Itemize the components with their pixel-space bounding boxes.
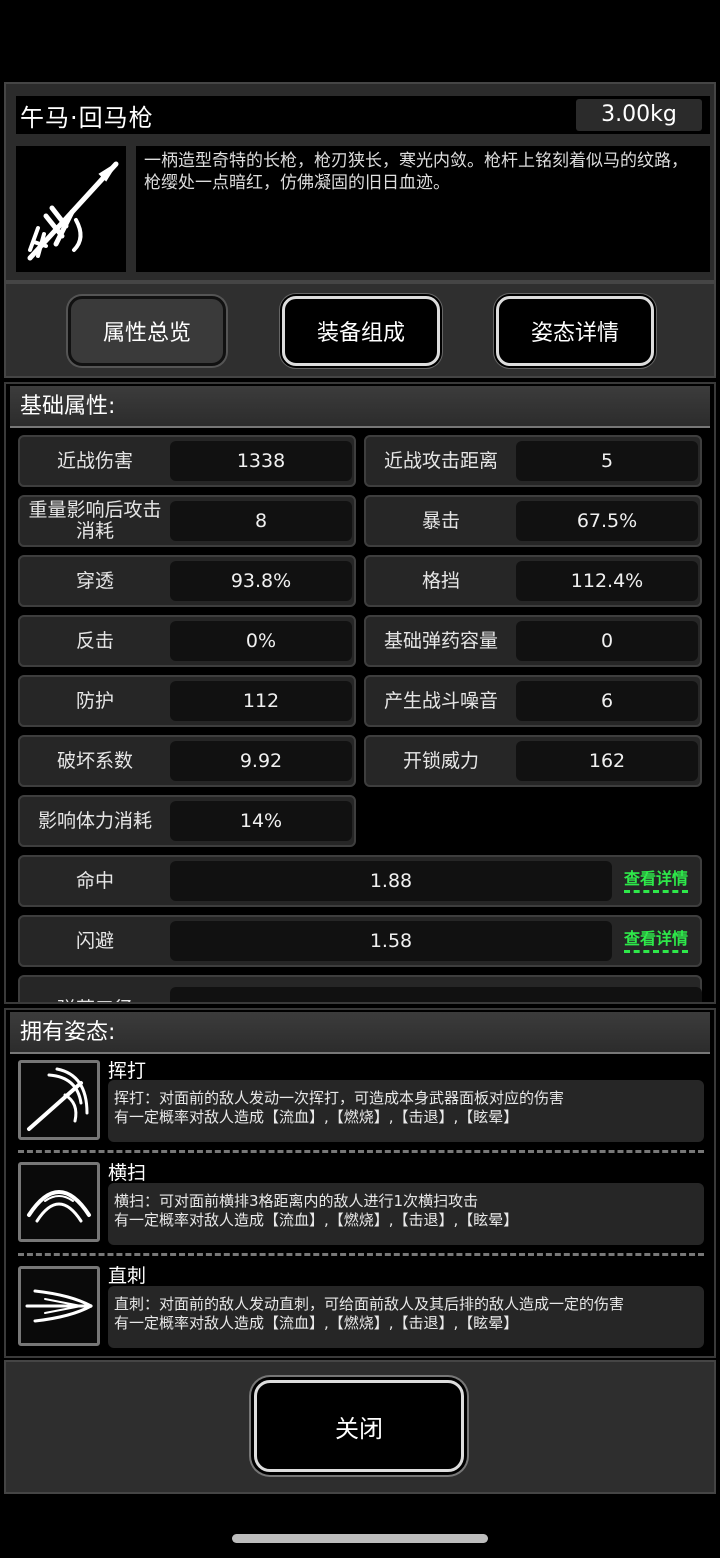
stance-desc-line: 挥打：对面前的敌人发动一次挥打，可造成本身武器面板对应的伤害 bbox=[114, 1089, 565, 1107]
attr-value: 0% bbox=[170, 621, 352, 661]
stance-description: 横扫：可对面前横排3格距离内的敌人进行1次横扫攻击 有一定概率对敌人造成【流血】… bbox=[108, 1183, 704, 1245]
attr-label: 弹药口径 bbox=[20, 985, 170, 1002]
attr-label: 影响体力消耗 bbox=[37, 809, 152, 832]
attr-base-ammo-capacity: 基础弹药容量 0 bbox=[364, 615, 702, 667]
stance-divider bbox=[18, 1150, 704, 1153]
attr-label: 暴击 bbox=[421, 509, 460, 532]
home-indicator[interactable] bbox=[232, 1534, 488, 1543]
attr-accuracy: 命中 1.88 查看详情 bbox=[18, 855, 702, 907]
sweep-arc-icon bbox=[18, 1162, 100, 1242]
basic-attributes-title: 基础属性: bbox=[10, 386, 710, 428]
attr-evasion: 闪避 1.58 查看详情 bbox=[18, 915, 702, 967]
attr-value: 112.4% bbox=[516, 561, 698, 601]
stance-desc-line: 有一定概率对敌人造成【流血】,【燃烧】,【击退】,【眩晕】 bbox=[114, 1314, 519, 1332]
evasion-view-details-link[interactable]: 查看详情 bbox=[623, 929, 688, 953]
stance-divider bbox=[18, 1253, 704, 1256]
attr-label: 格挡 bbox=[421, 569, 460, 592]
attr-protection: 防护 112 bbox=[18, 675, 356, 727]
attr-label: 产生战斗噪音 bbox=[383, 689, 498, 712]
footer-panel: 关闭 bbox=[4, 1360, 716, 1494]
stance-description: 直刺：对面前的敌人发动直刺，可给面前敌人及其后排的敌人造成一定的伤害 有一定概率… bbox=[108, 1286, 704, 1348]
swing-slash-icon bbox=[18, 1060, 100, 1140]
attr-value: 8 bbox=[170, 501, 352, 541]
item-name: 午马·回马枪 bbox=[20, 104, 154, 132]
stance-desc-line: 横扫：可对面前横排3格距离内的敌人进行1次横扫攻击 bbox=[114, 1192, 479, 1210]
tab-attribute-overview[interactable]: 属性总览 bbox=[68, 296, 226, 366]
attr-label: 命中 bbox=[75, 869, 114, 892]
attr-counter: 反击 0% bbox=[18, 615, 356, 667]
attr-combat-noise: 产生战斗噪音 6 bbox=[364, 675, 702, 727]
item-weight: 3.00kg bbox=[576, 99, 702, 131]
stance-name: 挥打 bbox=[108, 1060, 147, 1082]
attr-weighted-attack-cost: 重量影响后攻击消耗 8 bbox=[18, 495, 356, 547]
attr-label: 重量影响后攻击消耗 bbox=[28, 499, 162, 542]
stance-description: 挥打：对面前的敌人发动一次挥打，可造成本身武器面板对应的伤害 有一定概率对敌人造… bbox=[108, 1080, 704, 1142]
attr-value: 1.88 bbox=[170, 861, 612, 901]
attr-label: 基础弹药容量 bbox=[383, 629, 498, 652]
stance-desc-line: 直刺：对面前的敌人发动直刺，可给面前敌人及其后排的敌人造成一定的伤害 bbox=[114, 1295, 625, 1313]
stance-desc-line: 有一定概率对敌人造成【流血】,【燃烧】,【击退】,【眩晕】 bbox=[114, 1211, 519, 1229]
attr-value: 14% bbox=[170, 801, 352, 841]
tab-equipment-composition[interactable]: 装备组成 bbox=[282, 296, 440, 366]
attr-ammo-caliber: 弹药口径 --- bbox=[18, 975, 702, 1002]
stances-panel: 拥有姿态: 挥打 挥打：对面前的敌人发动一次挥打，可造成本身武器面板对应的伤害 … bbox=[4, 1008, 716, 1358]
attr-label: 闪避 bbox=[75, 929, 114, 952]
attr-value: 112 bbox=[170, 681, 352, 721]
thrust-icon bbox=[18, 1266, 100, 1346]
stance-desc-line: 有一定概率对敌人造成【流血】,【燃烧】,【击退】,【眩晕】 bbox=[114, 1108, 519, 1126]
accuracy-view-details-link[interactable]: 查看详情 bbox=[623, 869, 688, 893]
attr-lockpick-power: 开锁威力 162 bbox=[364, 735, 702, 787]
item-description: 一柄造型奇特的长枪，枪刃狭长，寒光内敛。枪杆上铭刻着似马的纹路，枪缨处一点暗红，… bbox=[136, 146, 710, 272]
attributes-panel[interactable]: 基础属性: 近战伤害 1338 近战攻击距离 5 重量影响后攻击消耗 8 暴击 … bbox=[4, 382, 716, 1004]
stance-name: 直刺 bbox=[108, 1265, 147, 1287]
attr-value: 9.92 bbox=[170, 741, 352, 781]
item-title-bar: 午马·回马枪 3.00kg bbox=[16, 96, 710, 134]
attr-value: --- bbox=[170, 987, 702, 1002]
attr-label: 穿透 bbox=[75, 569, 114, 592]
tab-stance-details[interactable]: 姿态详情 bbox=[496, 296, 654, 366]
attr-value: 162 bbox=[516, 741, 698, 781]
attr-destruction-factor: 破坏系数 9.92 bbox=[18, 735, 356, 787]
attr-label: 破坏系数 bbox=[56, 749, 133, 772]
attr-label: 开锁威力 bbox=[402, 749, 479, 772]
stance-name: 横扫 bbox=[108, 1162, 147, 1184]
attr-critical: 暴击 67.5% bbox=[364, 495, 702, 547]
attr-label: 反击 bbox=[75, 629, 114, 652]
attr-value: 93.8% bbox=[170, 561, 352, 601]
attr-label: 近战攻击距离 bbox=[383, 449, 498, 472]
item-info-panel: 午马·回马枪 3.00kg 一柄造型奇特的长枪，枪刃狭长，寒光内敛。枪杆上铭刻着… bbox=[4, 82, 716, 282]
attr-stamina-cost: 影响体力消耗 14% bbox=[18, 795, 356, 847]
attr-value: 1338 bbox=[170, 441, 352, 481]
attr-block: 格挡 112.4% bbox=[364, 555, 702, 607]
attr-value: 67.5% bbox=[516, 501, 698, 541]
attr-penetration: 穿透 93.8% bbox=[18, 555, 356, 607]
tab-bar: 属性总览 装备组成 姿态详情 bbox=[4, 282, 716, 378]
attr-value: 1.58 bbox=[170, 921, 612, 961]
attr-melee-damage: 近战伤害 1338 bbox=[18, 435, 356, 487]
attr-label: 防护 bbox=[75, 689, 114, 712]
attr-label: 近战伤害 bbox=[56, 449, 133, 472]
attr-value: 5 bbox=[516, 441, 698, 481]
attr-melee-range: 近战攻击距离 5 bbox=[364, 435, 702, 487]
close-button[interactable]: 关闭 bbox=[254, 1380, 464, 1472]
spear-icon bbox=[16, 146, 126, 272]
stances-title: 拥有姿态: bbox=[10, 1012, 710, 1054]
attr-value: 6 bbox=[516, 681, 698, 721]
attr-value: 0 bbox=[516, 621, 698, 661]
